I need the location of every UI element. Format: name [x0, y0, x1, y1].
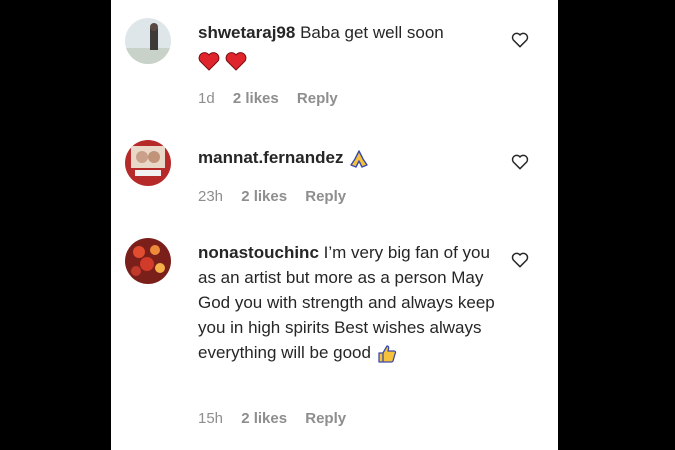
comments-panel: shwetaraj98 Baba get well soon 1d 2 like…: [111, 0, 558, 450]
comment-text: Baba get well soon: [300, 23, 444, 42]
comment-meta: 15h 2 likes Reply: [198, 410, 360, 427]
thumbs-up-emoji: [378, 344, 396, 363]
comment-time[interactable]: 15h: [198, 410, 223, 427]
comment-likes[interactable]: 2 likes: [241, 410, 287, 427]
comment-likes[interactable]: 2 likes: [233, 90, 279, 107]
comment-username[interactable]: nonastouchinc: [198, 243, 319, 262]
comment-username[interactable]: shwetaraj98: [198, 23, 295, 42]
heart-outline-icon[interactable]: [510, 152, 530, 172]
reply-button[interactable]: Reply: [305, 188, 346, 205]
avatar[interactable]: [125, 238, 171, 284]
heart-outline-icon[interactable]: [510, 250, 530, 270]
comment-body: shwetaraj98 Baba get well soon: [198, 20, 498, 72]
reply-button[interactable]: Reply: [305, 410, 346, 427]
comment-likes[interactable]: 2 likes: [241, 188, 287, 205]
comment-meta: 1d 2 likes Reply: [198, 90, 352, 107]
comment-meta: 23h 2 likes Reply: [198, 188, 360, 205]
heart-emoji: [198, 51, 220, 71]
comment-body: nonastouchinc I’m very big fan of you as…: [198, 240, 498, 365]
reply-button[interactable]: Reply: [297, 90, 338, 107]
avatar[interactable]: [125, 18, 171, 64]
avatar[interactable]: [125, 140, 171, 186]
folded-hands-emoji: [350, 149, 368, 168]
heart-emoji: [225, 51, 247, 71]
comment-emoji-row: [198, 47, 498, 72]
comment-time[interactable]: 23h: [198, 188, 223, 205]
comment-body: mannat.fernandez: [198, 145, 498, 170]
heart-outline-icon[interactable]: [510, 30, 530, 50]
comment-username[interactable]: mannat.fernandez: [198, 148, 343, 167]
comment-time[interactable]: 1d: [198, 90, 215, 107]
